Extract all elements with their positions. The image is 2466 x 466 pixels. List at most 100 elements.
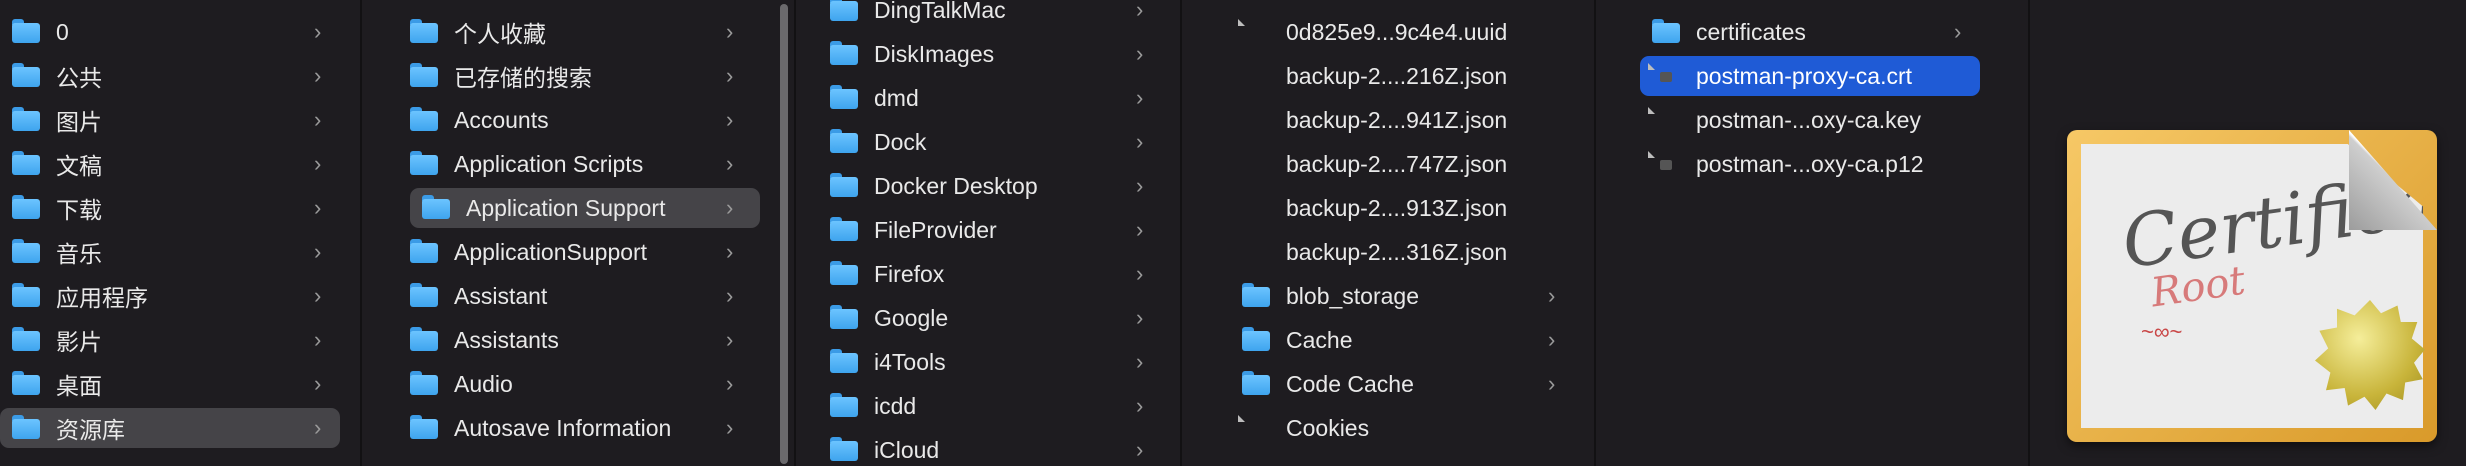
chevron-right-icon: › bbox=[726, 107, 734, 132]
chevron-right-icon: › bbox=[726, 151, 734, 176]
list-item[interactable]: postman-...oxy-ca.p12 bbox=[1640, 144, 1980, 184]
list-item[interactable]: 图片 › bbox=[6, 100, 346, 140]
folder-icon bbox=[12, 19, 40, 45]
chevron-right-icon: › bbox=[726, 371, 734, 396]
column-application-support: DingTalkMac › DiskImages › dmd › Dock › … bbox=[796, 0, 1180, 466]
list-item[interactable]: backup-2....941Z.json bbox=[1242, 100, 1582, 140]
folder-icon bbox=[410, 151, 438, 177]
column-library: 个人收藏 › 已存储的搜索 › Accounts › Application S… bbox=[362, 0, 794, 466]
chevron-right-icon: › bbox=[726, 195, 734, 220]
item-label: blob_storage bbox=[1286, 282, 1419, 309]
document-icon bbox=[1242, 19, 1270, 45]
folder-icon bbox=[830, 437, 858, 463]
item-label: Firefox bbox=[874, 260, 945, 287]
list-item[interactable]: 公共 › bbox=[6, 56, 346, 96]
list-item-selected[interactable]: Application Support › bbox=[410, 188, 760, 228]
list-item[interactable]: backup-2....913Z.json bbox=[1242, 188, 1582, 228]
chevron-right-icon: › bbox=[314, 63, 322, 88]
applications-folder-icon bbox=[12, 283, 40, 309]
list-item[interactable]: Cookies bbox=[1242, 408, 1582, 448]
folder-icon bbox=[1652, 19, 1680, 45]
chevron-right-icon: › bbox=[726, 283, 734, 308]
item-label: 文稿 bbox=[56, 153, 102, 179]
chevron-right-icon: › bbox=[1136, 129, 1144, 154]
list-item[interactable]: Firefox › bbox=[830, 254, 1170, 294]
list-item-selected[interactable]: postman-proxy-ca.crt bbox=[1640, 56, 1980, 96]
item-label: 音乐 bbox=[56, 241, 102, 267]
json-file-icon bbox=[1242, 151, 1270, 177]
list-item[interactable]: iCloud › bbox=[830, 430, 1170, 466]
list-item[interactable]: 文稿 › bbox=[6, 144, 346, 184]
list-item[interactable]: dmd › bbox=[830, 78, 1170, 118]
chevron-right-icon: › bbox=[314, 19, 322, 44]
list-item[interactable]: Application Scripts › bbox=[410, 144, 760, 184]
list-item[interactable]: ApplicationSupport › bbox=[410, 232, 760, 272]
item-label: Dock bbox=[874, 128, 927, 155]
folder-icon bbox=[830, 261, 858, 287]
item-label: backup-2....316Z.json bbox=[1286, 238, 1508, 265]
list-item[interactable]: Audio › bbox=[410, 364, 760, 404]
item-label: Assistant bbox=[454, 282, 548, 309]
flourish-icon: ~∞~ bbox=[2141, 319, 2183, 344]
folder-icon bbox=[830, 129, 858, 155]
item-label: dmd bbox=[874, 84, 919, 111]
list-item[interactable]: backup-2....216Z.json bbox=[1242, 56, 1582, 96]
item-label: 资源库 bbox=[56, 417, 125, 443]
scrollbar[interactable] bbox=[780, 4, 788, 464]
list-item[interactable]: certificates › bbox=[1640, 12, 1980, 52]
chevron-right-icon: › bbox=[314, 239, 322, 264]
item-label: Cache bbox=[1286, 326, 1353, 353]
list-item[interactable]: 桌面 › bbox=[6, 364, 346, 404]
list-item[interactable]: 0 › bbox=[6, 12, 346, 52]
item-label: Code Cache bbox=[1286, 370, 1414, 397]
list-item[interactable]: Dock › bbox=[830, 122, 1170, 162]
folder-icon bbox=[830, 349, 858, 375]
downloads-folder-icon bbox=[12, 195, 40, 221]
list-item[interactable]: 已存储的搜索 › bbox=[410, 56, 760, 96]
item-label: 应用程序 bbox=[56, 285, 148, 311]
list-item[interactable]: Code Cache › bbox=[1242, 364, 1582, 404]
certificate-file-icon bbox=[1652, 151, 1680, 177]
list-item[interactable]: Assistants › bbox=[410, 320, 760, 360]
list-item[interactable]: Cache › bbox=[1242, 320, 1582, 360]
desktop-folder-icon bbox=[12, 371, 40, 397]
list-item[interactable]: 音乐 › bbox=[6, 232, 346, 272]
item-label: postman-...oxy-ca.key bbox=[1696, 106, 1921, 133]
folder-icon bbox=[830, 85, 858, 111]
list-item[interactable]: 个人收藏 › bbox=[410, 12, 760, 52]
list-item[interactable]: blob_storage › bbox=[1242, 276, 1582, 316]
list-item[interactable]: 应用程序 › bbox=[6, 276, 346, 316]
list-item[interactable]: icdd › bbox=[830, 386, 1170, 426]
item-label: backup-2....941Z.json bbox=[1286, 106, 1508, 133]
list-item[interactable]: i4Tools › bbox=[830, 342, 1170, 382]
document-icon bbox=[1242, 415, 1270, 441]
item-label: Audio bbox=[454, 370, 513, 397]
item-label: Assistants bbox=[454, 326, 559, 353]
chevron-right-icon: › bbox=[1954, 19, 1962, 44]
list-item[interactable]: backup-2....316Z.json bbox=[1242, 232, 1582, 272]
list-item[interactable]: 影片 › bbox=[6, 320, 346, 360]
column-divider[interactable] bbox=[2028, 0, 2030, 466]
music-folder-icon bbox=[12, 239, 40, 265]
json-file-icon bbox=[1242, 63, 1270, 89]
list-item[interactable]: DingTalkMac › bbox=[830, 0, 1170, 30]
column-proxy: certificates › postman-proxy-ca.crt post… bbox=[1596, 0, 2028, 466]
page-fold bbox=[2349, 130, 2437, 230]
item-label: DiskImages bbox=[874, 40, 995, 67]
list-item[interactable]: backup-2....747Z.json bbox=[1242, 144, 1582, 184]
list-item[interactable]: Assistant › bbox=[410, 276, 760, 316]
list-item[interactable]: Docker Desktop › bbox=[830, 166, 1170, 206]
list-item-selected[interactable]: 资源库 › bbox=[0, 408, 340, 448]
list-item[interactable]: 下载 › bbox=[6, 188, 346, 228]
library-folder-icon bbox=[12, 415, 40, 441]
list-item[interactable]: Autosave Information › bbox=[410, 408, 760, 448]
chevron-right-icon: › bbox=[314, 283, 322, 308]
list-item[interactable]: postman-...oxy-ca.key bbox=[1640, 100, 1980, 140]
list-item[interactable]: DiskImages › bbox=[830, 34, 1170, 74]
list-item[interactable]: 0d825e9...9c4e4.uuid bbox=[1242, 12, 1582, 52]
list-item[interactable]: Google › bbox=[830, 298, 1170, 338]
list-item[interactable]: FileProvider › bbox=[830, 210, 1170, 250]
item-label: 0d825e9...9c4e4.uuid bbox=[1286, 18, 1508, 45]
item-label: 公共 bbox=[56, 65, 102, 91]
list-item[interactable]: Accounts › bbox=[410, 100, 760, 140]
